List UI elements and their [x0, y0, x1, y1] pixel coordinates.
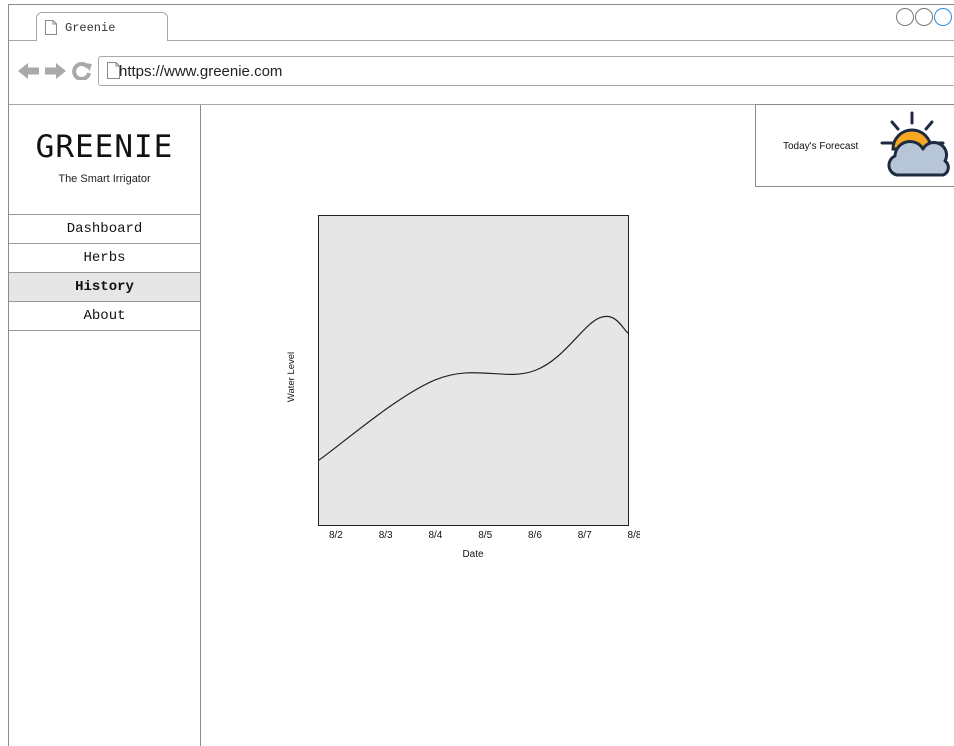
- plot-area: [318, 215, 629, 526]
- address-bar[interactable]: https://www.greenie.com: [98, 56, 954, 86]
- x-tick-label: 8/7: [578, 530, 592, 541]
- forecast-label: Today's Forecast: [783, 141, 859, 152]
- x-tick-labels: 8/2 8/3 8/4 8/5 8/6 8/7 8/8: [329, 530, 640, 541]
- sidebar-item-dashboard[interactable]: Dashboard: [9, 215, 200, 244]
- x-tick-label: 8/5: [478, 530, 492, 541]
- back-arrow-icon[interactable]: [18, 62, 40, 80]
- tab-bar-divider: [9, 40, 37, 41]
- window-controls: [896, 8, 954, 28]
- x-tick-label: 8/8: [628, 530, 640, 541]
- reload-icon[interactable]: [72, 62, 92, 80]
- browser-tab[interactable]: Greenie: [36, 12, 168, 41]
- sidebar-item-herbs[interactable]: Herbs: [9, 244, 200, 273]
- forward-arrow-icon[interactable]: [44, 62, 66, 80]
- partly-cloudy-icon: [880, 111, 950, 177]
- sidebar-item-about[interactable]: About: [9, 302, 200, 331]
- sidebar-item-history[interactable]: History: [9, 273, 200, 302]
- url-text: https://www.greenie.com: [119, 63, 283, 80]
- x-tick-label: 8/3: [379, 530, 393, 541]
- sidebar: GREENIE The Smart Irrigator Dashboard He…: [9, 105, 201, 746]
- y-axis-label: Water Level: [286, 352, 297, 402]
- x-tick-label: 8/6: [528, 530, 542, 541]
- maximize-button[interactable]: [915, 8, 933, 26]
- document-icon: [45, 20, 57, 35]
- brand-tagline: The Smart Irrigator: [58, 173, 151, 185]
- x-axis-label: Date: [462, 549, 484, 560]
- water-level-chart: 8/2 8/3 8/4 8/5 8/6 8/7 8/8 Date Water Level: [286, 215, 640, 560]
- x-tick-label: 8/4: [428, 530, 442, 541]
- x-tick-label: 8/2: [329, 530, 343, 541]
- tab-title: Greenie: [65, 21, 116, 35]
- tab-bar-divider: [167, 40, 954, 41]
- close-button[interactable]: [934, 8, 952, 26]
- forecast-widget[interactable]: Today's Forecast: [755, 104, 954, 187]
- sidebar-nav: Dashboard Herbs History About: [9, 214, 200, 331]
- brand-logo: GREENIE: [35, 129, 174, 165]
- minimize-button[interactable]: [896, 8, 914, 26]
